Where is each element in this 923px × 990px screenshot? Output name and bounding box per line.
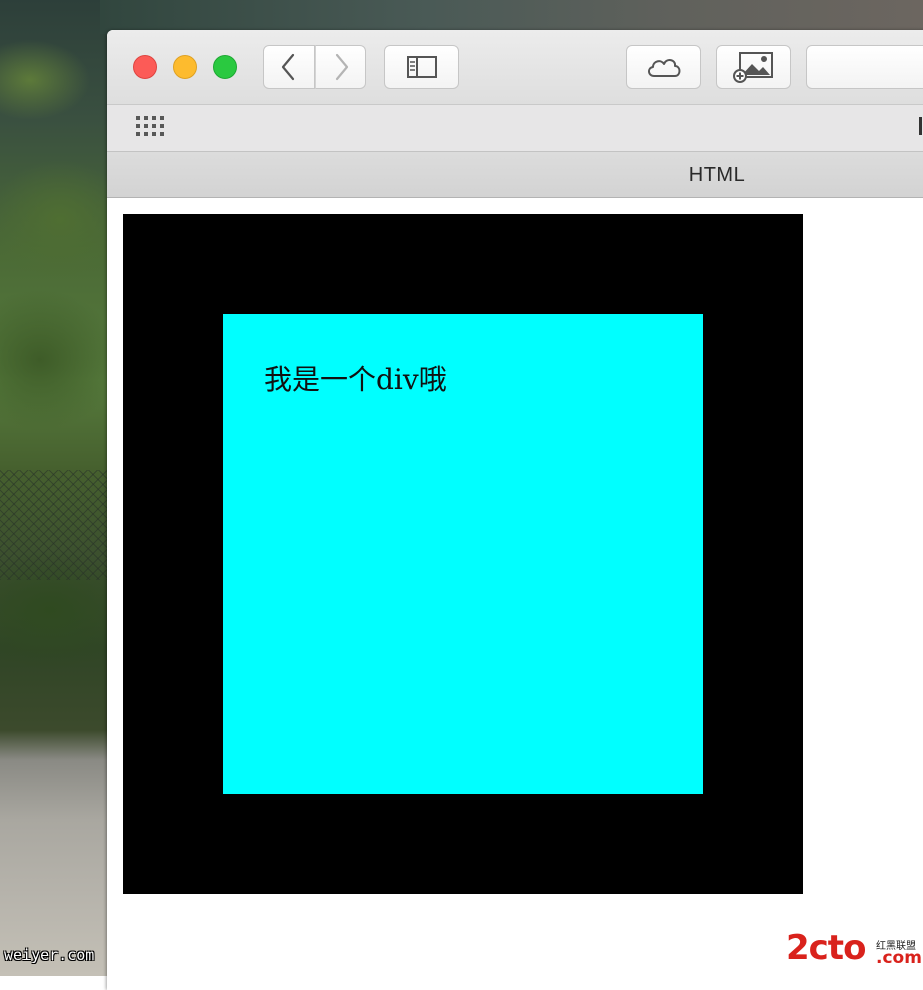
back-button[interactable] bbox=[263, 45, 315, 89]
tab-title[interactable]: HTML bbox=[637, 164, 797, 187]
add-image-icon bbox=[732, 52, 773, 83]
icloud-tabs-icon bbox=[647, 59, 680, 77]
address-bar[interactable] bbox=[806, 45, 923, 89]
close-window-button[interactable] bbox=[133, 55, 157, 79]
browser-toolbar bbox=[107, 30, 923, 105]
icloud-tabs-button[interactable] bbox=[626, 45, 701, 89]
add-image-button[interactable] bbox=[716, 45, 791, 89]
favorites-item-edge[interactable] bbox=[919, 117, 922, 135]
sidebar-icon bbox=[406, 56, 437, 78]
show-sidebar-button[interactable] bbox=[384, 45, 459, 89]
browser-window: HTML 我是一个div哦 bbox=[107, 30, 923, 990]
maximize-window-button[interactable] bbox=[213, 55, 237, 79]
tab-bar: HTML bbox=[107, 152, 923, 198]
watermark-brand: 2cto bbox=[786, 928, 866, 968]
page-content: 我是一个div哦 bbox=[107, 198, 923, 990]
outer-black-div: 我是一个div哦 bbox=[123, 214, 803, 894]
desktop-sky bbox=[100, 0, 923, 34]
chevron-left-icon bbox=[281, 53, 295, 81]
watermark-left: weiyer.com bbox=[4, 946, 95, 964]
watermark-domain: .com bbox=[876, 948, 922, 968]
inner-div-text: 我是一个div哦 bbox=[264, 363, 447, 396]
minimize-window-button[interactable] bbox=[173, 55, 197, 79]
inner-cyan-div: 我是一个div哦 bbox=[223, 314, 703, 794]
desktop-fence bbox=[0, 470, 107, 580]
favorites-grid-icon[interactable] bbox=[136, 116, 168, 140]
favorites-bar bbox=[107, 105, 923, 152]
forward-button[interactable] bbox=[315, 45, 366, 89]
watermark-right: 2cto 红黑联盟 .com bbox=[786, 926, 923, 970]
chevron-right-icon bbox=[335, 53, 348, 81]
